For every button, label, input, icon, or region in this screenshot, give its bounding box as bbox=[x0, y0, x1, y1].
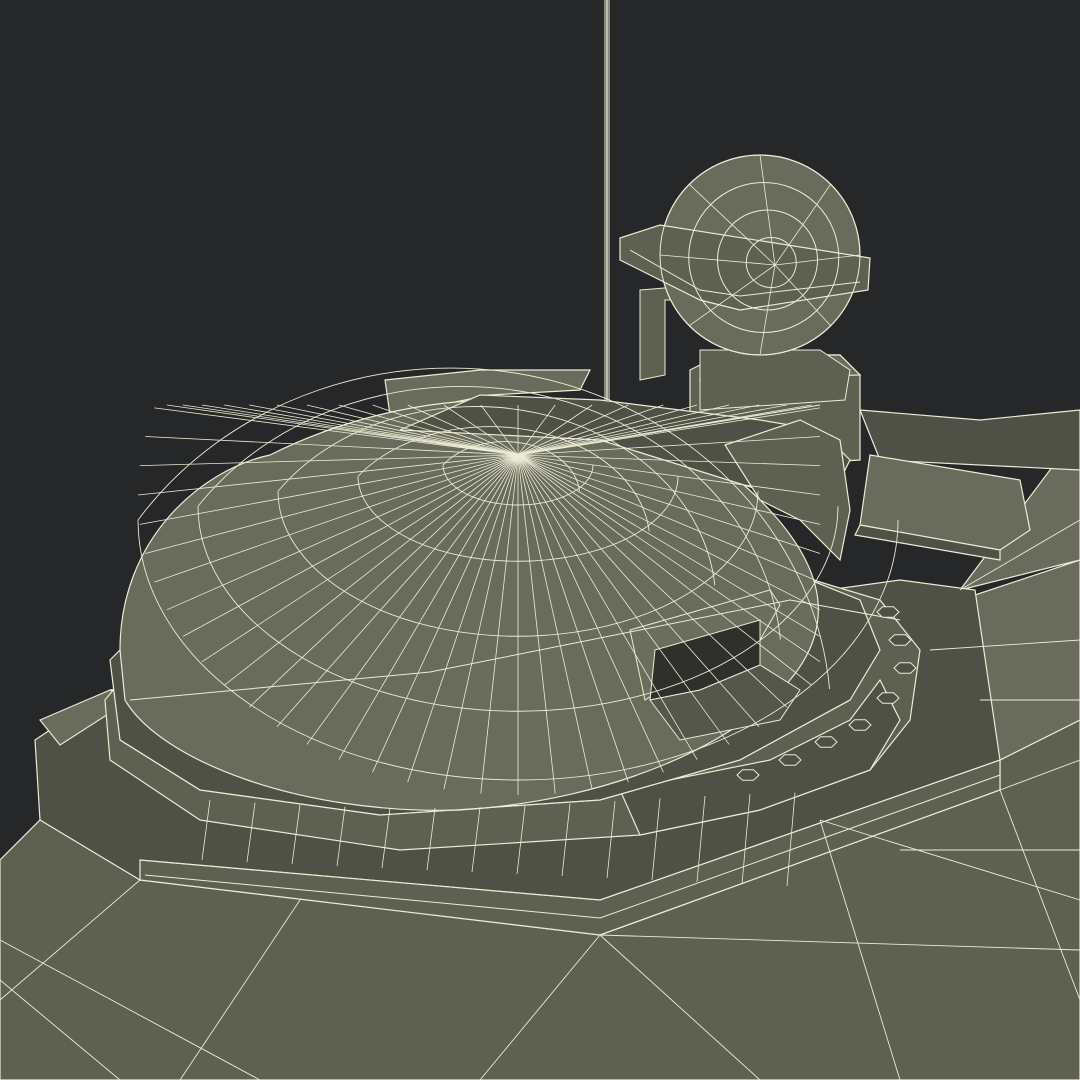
bolt bbox=[814, 736, 838, 748]
bolt bbox=[876, 606, 900, 618]
render-viewport bbox=[0, 0, 1080, 1080]
bolt bbox=[876, 692, 900, 704]
bolt bbox=[778, 754, 802, 766]
wireframe-render-image bbox=[0, 0, 1080, 1080]
bolt bbox=[848, 719, 872, 731]
bolt bbox=[736, 769, 760, 781]
bolt bbox=[888, 634, 912, 646]
bolt bbox=[893, 662, 917, 674]
